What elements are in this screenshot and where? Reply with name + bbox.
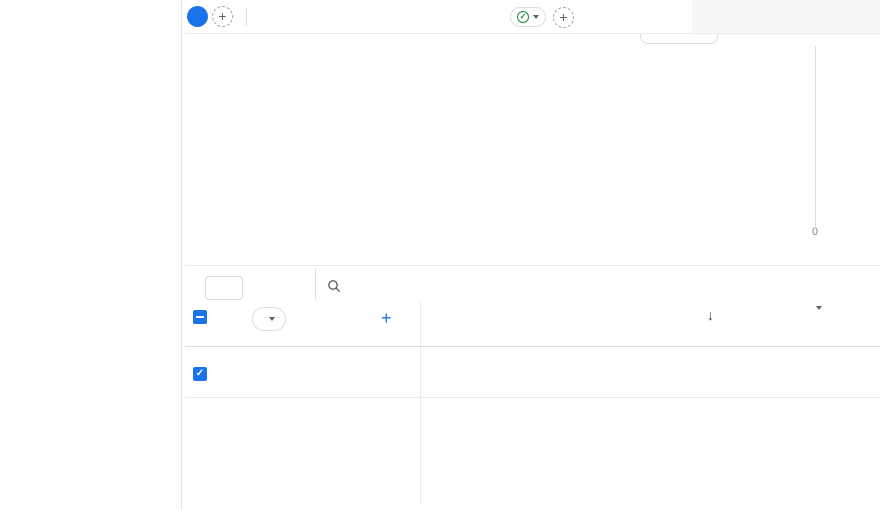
include-in-chart-button[interactable] (205, 276, 243, 300)
chevron-down-icon (816, 306, 822, 310)
cutoff-dropdown[interactable] (640, 34, 718, 44)
dimension-dropdown[interactable] (252, 307, 286, 331)
add-icon[interactable]: + (553, 7, 574, 28)
add-icon[interactable]: + (212, 6, 233, 27)
line-chart (203, 45, 692, 219)
totals-checkbox[interactable]: ✓ (193, 367, 207, 381)
bar-axis-zero-label: 0 (811, 226, 818, 238)
chevron-down-icon (269, 317, 275, 321)
column-divider (420, 301, 421, 504)
sidebar (0, 0, 182, 510)
select-all-checkbox[interactable] (193, 310, 207, 324)
column-header-eventos-clave[interactable] (672, 305, 822, 310)
report-status-dropdown[interactable]: ✓ (510, 7, 546, 27)
bar-chart-axis (815, 46, 816, 226)
search-icon (328, 280, 341, 293)
check-circle-icon: ✓ (517, 11, 529, 23)
divider (246, 8, 247, 26)
add-dimension-button[interactable]: + (381, 308, 392, 329)
chevron-down-icon (533, 15, 539, 19)
data-table: + ↓ ✓ (185, 265, 880, 510)
divider (315, 268, 316, 300)
ga4-report-page: + ✓ + 0 + ↓ ✓ (0, 0, 880, 510)
totals-row: ✓ (185, 346, 880, 398)
avatar[interactable] (187, 6, 208, 27)
top-bar: + ✓ + (185, 0, 880, 34)
table-search[interactable] (327, 279, 349, 293)
header-right-background (692, 0, 880, 33)
charts-panel: 0 (185, 34, 880, 265)
